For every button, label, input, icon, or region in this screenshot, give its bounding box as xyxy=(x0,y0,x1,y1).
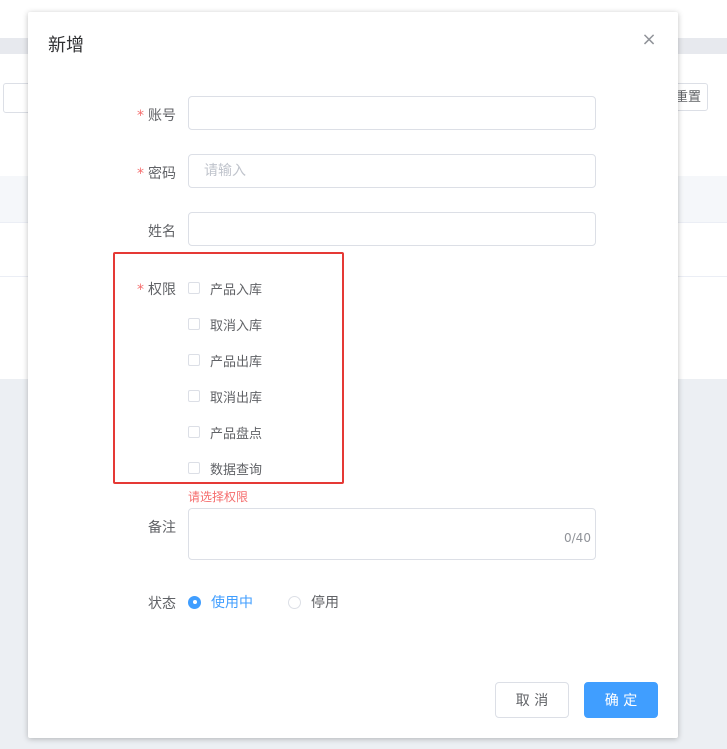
permissions-label-text: 权限 xyxy=(148,282,176,298)
status-option-disabled[interactable]: 停用 xyxy=(288,592,339,612)
remark-label: 备注 xyxy=(148,520,176,536)
checkbox-icon[interactable] xyxy=(188,390,200,402)
add-dialog: 新增 × *账号 *密码 姓名 *权限 产品入库 取消入库 产品出库 取消出库 … xyxy=(28,12,678,738)
status-option-label: 使用中 xyxy=(211,595,253,611)
radio-unchecked-icon[interactable] xyxy=(288,595,301,609)
required-mark: * xyxy=(137,166,144,182)
permission-option-inventory[interactable]: 产品盘点 xyxy=(188,422,262,442)
checkbox-icon[interactable] xyxy=(188,462,200,474)
remark-char-count: 0/40 xyxy=(564,531,591,545)
dialog-title: 新增 xyxy=(48,35,84,56)
permission-option-product-in[interactable]: 产品入库 xyxy=(188,278,262,298)
checkbox-icon[interactable] xyxy=(188,354,200,366)
status-option-label: 停用 xyxy=(311,595,339,611)
status-option-active[interactable]: 使用中 xyxy=(188,592,253,612)
name-input[interactable] xyxy=(188,212,596,246)
checkbox-icon[interactable] xyxy=(188,282,200,294)
permission-option-label: 产品入库 xyxy=(210,282,263,298)
checkbox-icon[interactable] xyxy=(188,426,200,438)
password-input[interactable] xyxy=(188,154,596,188)
password-label-text: 密码 xyxy=(148,166,176,182)
permission-option-label: 产品出库 xyxy=(210,354,263,370)
required-mark: * xyxy=(137,108,144,124)
permission-option-label: 产品盘点 xyxy=(210,426,263,442)
required-mark: * xyxy=(137,282,144,298)
permission-option-label: 取消出库 xyxy=(210,390,263,406)
permission-option-data-query[interactable]: 数据查询 xyxy=(188,458,262,478)
permission-option-label: 取消入库 xyxy=(210,318,263,334)
name-label: 姓名 xyxy=(148,224,176,240)
permission-option-product-out[interactable]: 产品出库 xyxy=(188,350,262,370)
confirm-button[interactable]: 确 定 xyxy=(584,682,658,718)
remark-textarea[interactable] xyxy=(188,508,596,560)
permission-option-cancel-in[interactable]: 取消入库 xyxy=(188,314,262,334)
account-label: * 账号 xyxy=(86,105,176,125)
close-icon[interactable]: × xyxy=(641,31,657,49)
permissions-error-message: 请选择权限 xyxy=(188,490,249,504)
permission-option-cancel-out[interactable]: 取消出库 xyxy=(188,386,262,406)
permission-option-label: 数据查询 xyxy=(210,462,263,478)
password-label: * 密码 xyxy=(86,163,176,183)
status-label: 状态 xyxy=(148,596,176,612)
cancel-button[interactable]: 取 消 xyxy=(495,682,569,718)
radio-checked-icon[interactable] xyxy=(188,595,201,609)
account-label-text: 账号 xyxy=(148,108,176,124)
permissions-label: * 权限 xyxy=(86,279,176,299)
account-input[interactable] xyxy=(188,96,596,130)
checkbox-icon[interactable] xyxy=(188,318,200,330)
